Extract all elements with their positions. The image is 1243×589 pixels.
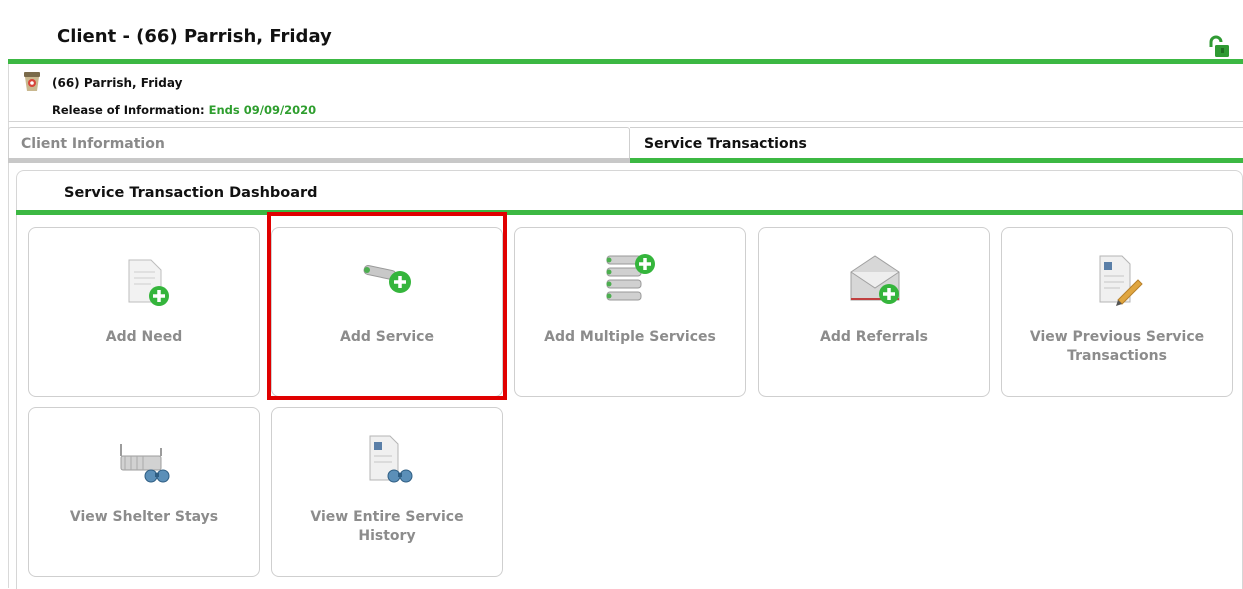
- tile-label: Add Need: [105, 329, 183, 345]
- panel-divider: [16, 210, 1243, 215]
- tile-label: View Shelter Stays: [69, 509, 219, 525]
- page-title: Client - (66) Parrish, Friday: [57, 26, 332, 47]
- tab-label: Client Information: [21, 136, 165, 152]
- tile-label: Add Referrals: [819, 329, 928, 345]
- tile-label: View Previous Service Transactions: [1029, 329, 1205, 364]
- tab-label: Service Transactions: [644, 136, 807, 152]
- release-of-information: Release of Information: Ends 09/09/2020: [52, 103, 316, 117]
- add-need-document-icon: [128, 259, 169, 306]
- add-multiple-services-button[interactable]: Add Multiple Services: [514, 227, 746, 397]
- add-referral-envelope-icon: [850, 255, 900, 304]
- tab-service-transactions[interactable]: Service Transactions: [630, 127, 1243, 163]
- view-service-history-icon: [369, 435, 413, 483]
- tile-label: View Entire Service History: [310, 509, 464, 544]
- roi-value[interactable]: Ends 09/09/2020: [209, 103, 317, 117]
- tab-client-information[interactable]: Client Information: [8, 127, 630, 163]
- add-need-button[interactable]: Add Need: [28, 227, 260, 397]
- client-summary: (66) Parrish, Friday Release of Informat…: [8, 65, 1243, 122]
- client-avatar-icon: [24, 72, 40, 91]
- client-name: (66) Parrish, Friday: [52, 76, 183, 90]
- unlocked-padlock-icon[interactable]: [1207, 34, 1231, 58]
- add-service-button[interactable]: Add Service: [271, 227, 503, 397]
- header-divider: [8, 59, 1243, 64]
- panel-title: Service Transaction Dashboard: [64, 185, 318, 201]
- view-entire-service-history-button[interactable]: View Entire Service History: [271, 407, 503, 577]
- tile-label: Add Multiple Services: [544, 329, 716, 345]
- tab-underline: [8, 158, 630, 163]
- view-previous-service-transactions-button[interactable]: View Previous Service Transactions: [1001, 227, 1233, 397]
- tab-bar: Client Information Service Transactions: [8, 127, 1243, 163]
- view-shelter-stays-button[interactable]: View Shelter Stays: [28, 407, 260, 577]
- add-service-key-icon: [363, 265, 411, 293]
- roi-label: Release of Information:: [52, 103, 205, 117]
- add-referrals-button[interactable]: Add Referrals: [758, 227, 990, 397]
- tile-label: Add Service: [340, 329, 434, 345]
- tab-underline: [630, 158, 1243, 163]
- add-multiple-services-icon: [606, 254, 655, 301]
- view-shelter-stays-icon: [120, 444, 170, 483]
- view-previous-transactions-icon: [1099, 255, 1143, 306]
- client-header: Client - (66) Parrish, Friday: [8, 8, 1243, 64]
